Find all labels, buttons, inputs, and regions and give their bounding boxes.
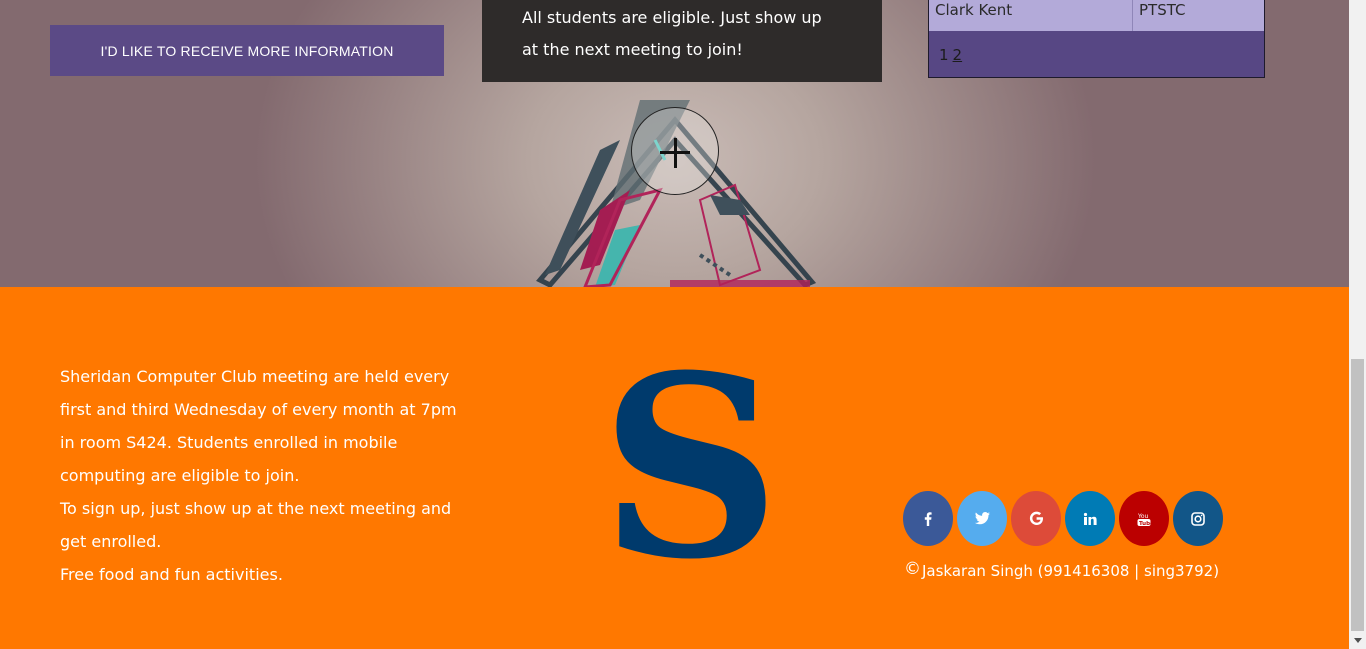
page-current: 1 — [939, 46, 949, 64]
google-button[interactable] — [1011, 491, 1061, 546]
linkedin-button[interactable] — [1065, 491, 1115, 546]
club-info-text: Sheridan Computer Club meeting are held … — [60, 360, 470, 591]
youtube-icon: YouTube — [1137, 513, 1151, 527]
facebook-icon — [924, 511, 932, 526]
zoom-cursor-icon — [631, 107, 719, 195]
members-table: Clark Kent PTSTC 12 — [928, 0, 1265, 78]
table-pagination: 12 — [939, 46, 962, 64]
eligibility-panel: All students are eligible. Just show up … — [482, 0, 882, 82]
youtube-button[interactable]: YouTube — [1119, 491, 1169, 546]
receive-information-button[interactable]: I'D LIKE TO RECEIVE MORE INFORMATION — [50, 25, 444, 76]
copyright: ©Jaskaran Singh (991416308 | sing3792) — [904, 559, 1219, 580]
scrollbar-thumb[interactable] — [1351, 359, 1364, 631]
copyright-text: Jaskaran Singh (991416308 | sing3792) — [922, 562, 1220, 580]
scroll-down-arrow-icon[interactable] — [1349, 632, 1366, 649]
facebook-button[interactable] — [903, 491, 953, 546]
svg-text:You: You — [1137, 513, 1149, 520]
eligibility-text: All students are eligible. Just show up … — [522, 8, 822, 59]
table-row: Clark Kent PTSTC — [929, 0, 1264, 31]
hero-section: I'D LIKE TO RECEIVE MORE INFORMATION All… — [0, 0, 1349, 287]
instagram-icon — [1191, 511, 1205, 526]
club-info-paragraph: Sheridan Computer Club meeting are held … — [60, 367, 457, 485]
copyright-icon: © — [904, 559, 921, 579]
footer: Sheridan Computer Club meeting are held … — [0, 287, 1349, 649]
table-cell-program: PTSTC — [1139, 1, 1186, 19]
page: I'D LIKE TO RECEIVE MORE INFORMATION All… — [0, 0, 1349, 649]
page-link-2[interactable]: 2 — [953, 46, 963, 64]
club-info-paragraph: Free food and fun activities. — [60, 565, 283, 584]
club-info-paragraph: To sign up, just show up at the next mee… — [60, 499, 452, 551]
svg-text:Tube: Tube — [1139, 521, 1151, 527]
social-links: YouTube — [903, 491, 1227, 546]
google-icon — [1029, 511, 1043, 525]
linkedin-icon — [1083, 512, 1097, 525]
twitter-icon — [974, 512, 990, 525]
sheridan-logo: S — [600, 320, 781, 614]
instagram-button[interactable] — [1173, 491, 1223, 546]
table-cell-name: Clark Kent — [929, 0, 1133, 31]
twitter-button[interactable] — [957, 491, 1007, 546]
